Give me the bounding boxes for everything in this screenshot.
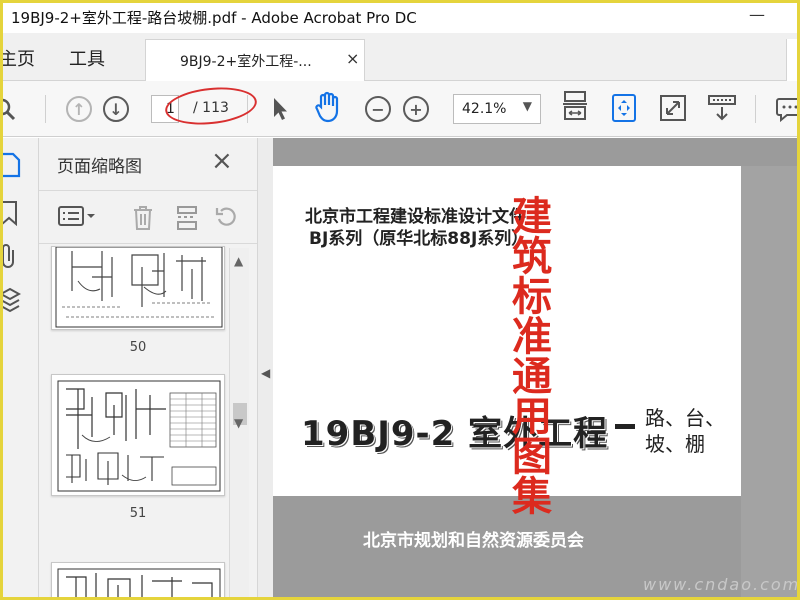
rotate-page-icon[interactable] <box>215 205 239 234</box>
window-title: 19BJ9-2+室外工程-路台坡棚.pdf - Adobe Acrobat Pr… <box>11 9 417 27</box>
main-toolbar: ↑ ↓ 1 / 113 − + 42.1% ▼ <box>3 81 797 137</box>
zoom-in-button[interactable]: + <box>401 94 431 124</box>
hand-tool-icon[interactable] <box>313 91 343 123</box>
vertical-red-title: 建筑标准通用图集 <box>505 195 551 515</box>
thumbnail-scrollbar[interactable]: ▲ ▼ <box>229 248 249 597</box>
title-dash <box>615 424 635 429</box>
comment-icon[interactable] <box>775 94 797 124</box>
thumbnail-label: 51 <box>129 506 147 521</box>
select-cursor-icon[interactable] <box>265 94 295 124</box>
issuer-text: 北京市规划和自然资源委员会 <box>363 531 584 551</box>
tab-document[interactable]: 9BJ9-2+室外工程-... × <box>145 39 365 81</box>
page-thumbnails-icon[interactable] <box>3 152 21 183</box>
minus-icon: − <box>365 96 391 122</box>
header-line-2: BJ系列（原华北标88J系列） <box>309 229 529 249</box>
zoom-select[interactable]: 42.1% ▼ <box>453 94 541 124</box>
app-window: 19BJ9-2+室外工程-路台坡棚.pdf - Adobe Acrobat Pr… <box>0 0 800 600</box>
full-screen-icon[interactable] <box>658 93 688 123</box>
close-tab-icon[interactable]: × <box>346 49 359 68</box>
attachment-icon[interactable] <box>3 242 19 275</box>
plus-icon: + <box>403 96 429 122</box>
tab-home[interactable]: 主页 <box>3 45 35 71</box>
page-edge <box>741 166 797 597</box>
thumbnail-options-button[interactable] <box>57 205 97 232</box>
document-code-title: 19BJ9-2 室外工程 <box>301 414 609 454</box>
bookmark-icon[interactable] <box>3 200 19 231</box>
insert-page-icon[interactable] <box>175 205 199 236</box>
toolbar-divider <box>45 95 46 123</box>
prev-page-button[interactable]: ↑ <box>64 94 94 124</box>
panel-splitter[interactable]: ◀ <box>257 138 273 597</box>
thumbnail-label: 50 <box>129 340 147 355</box>
search-icon[interactable] <box>3 94 19 124</box>
arrow-down-icon: ↓ <box>103 96 129 122</box>
next-page-button[interactable]: ↓ <box>101 94 131 124</box>
tab-bar: 主页 工具 9BJ9-2+室外工程-... × <box>3 33 797 81</box>
fit-width-icon[interactable] <box>560 91 590 122</box>
watermark: www.cndao.com <box>643 575 800 594</box>
zoom-value: 42.1% <box>462 101 507 117</box>
arrow-up-icon: ↑ <box>66 96 92 122</box>
scroll-up-icon[interactable]: ▲ <box>234 254 243 268</box>
thumbnails-panel: 页面缩略图 × 50 51 <box>39 138 257 597</box>
minimize-button[interactable]: — <box>749 5 765 24</box>
toolbar-divider <box>755 95 756 123</box>
thumbnail-page-next[interactable] <box>51 562 225 597</box>
scroll-mode-icon[interactable] <box>609 93 639 123</box>
zoom-out-button[interactable]: − <box>363 94 393 124</box>
read-mode-icon[interactable] <box>707 93 737 123</box>
chevron-down-icon: ▼ <box>522 99 532 113</box>
thumbnail-page-51[interactable] <box>51 374 225 496</box>
tab-tools[interactable]: 工具 <box>69 45 105 71</box>
navigation-strip <box>3 138 39 597</box>
collapse-panel-icon[interactable]: ◀ <box>261 366 270 380</box>
tab-document-label: 9BJ9-2+室外工程-... <box>180 54 312 70</box>
close-panel-icon[interactable]: × <box>211 146 233 176</box>
panel-title: 页面缩略图 <box>57 157 142 177</box>
tab-overflow <box>786 39 797 81</box>
subtitle-line-2: 坡、棚 <box>645 432 705 456</box>
subtitle-line-1: 路、台、 <box>645 406 725 430</box>
panel-toolbar <box>39 190 257 244</box>
thumbnail-list: 50 51 <box>39 244 247 597</box>
thumbnail-page-50[interactable] <box>51 246 225 330</box>
delete-page-icon[interactable] <box>131 205 155 236</box>
title-bar: 19BJ9-2+室外工程-路台坡棚.pdf - Adobe Acrobat Pr… <box>3 3 797 33</box>
scroll-down-icon[interactable]: ▼ <box>234 416 243 430</box>
layers-icon[interactable] <box>3 286 22 319</box>
